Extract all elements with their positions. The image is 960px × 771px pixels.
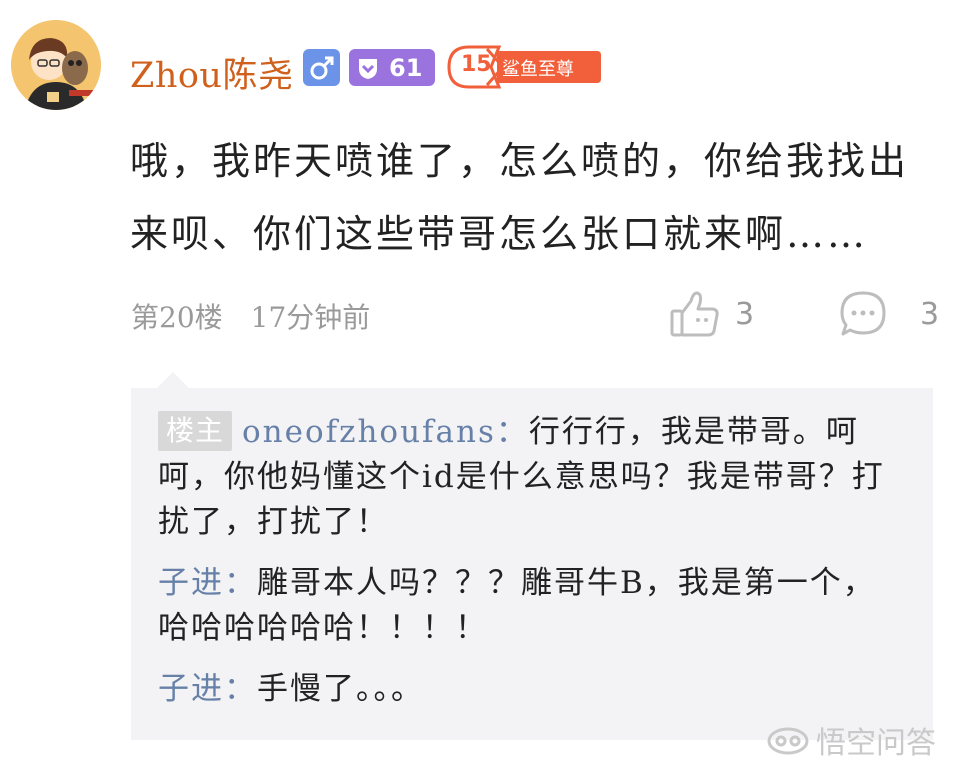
fan-badge: 15 鲨鱼至尊 <box>447 45 601 89</box>
reply-author[interactable]: oneofzhoufans： <box>242 414 529 450</box>
comment-count: 3 <box>920 296 940 332</box>
fan-badge-level: 15 <box>461 52 492 77</box>
op-badge: 楼主 <box>158 411 233 451</box>
reply-item[interactable]: 子进：雕哥本人吗？？？雕哥牛B，我是第一个，哈哈哈哈哈哈！！！！ <box>158 561 898 651</box>
comment-button[interactable]: 3 <box>838 289 939 339</box>
reply-item[interactable]: 楼主 oneofzhoufans：行行行，我是带哥。呵呵，你他妈懂这个id是什么意… <box>158 410 898 545</box>
post-meta: 第20楼 17分钟前 <box>131 296 370 336</box>
like-count: 3 <box>735 296 755 332</box>
fan-badge-text: 鲨鱼至尊 <box>502 59 574 80</box>
username[interactable]: Zhou陈尧 <box>130 47 293 98</box>
level-badge: 61 <box>349 49 435 86</box>
reply-item[interactable]: 子进：手慢了。。。 <box>158 667 898 712</box>
level-icon <box>359 58 377 79</box>
post-time: 17分钟前 <box>250 301 371 334</box>
reply-text: 手慢了。。。 <box>257 671 424 707</box>
watermark: 悟空问答 <box>766 718 936 762</box>
post-header: Zhou陈尧 61 15 鲨鱼至尊 <box>0 0 960 120</box>
watermark-text: 悟空问答 <box>816 726 936 761</box>
male-icon <box>303 49 340 86</box>
wukong-logo-icon <box>767 727 809 755</box>
like-button[interactable]: 3 <box>669 289 754 339</box>
avatar[interactable] <box>11 20 101 110</box>
level-value: 61 <box>389 53 423 82</box>
post-content: 哦，我昨天喷谁了，怎么喷的，你给我找出来呗、你们这些带哥怎么张口就来啊…… <box>130 139 910 256</box>
comment-bubble-icon <box>840 291 886 336</box>
thumbs-up-icon <box>670 291 719 337</box>
floor-number: 第20楼 <box>131 301 223 334</box>
reply-author[interactable]: 子进： <box>158 565 257 601</box>
reply-list: 楼主 oneofzhoufans：行行行，我是带哥。呵呵，你他妈懂这个id是什么意… <box>131 372 933 740</box>
reply-author[interactable]: 子进： <box>158 671 257 707</box>
reply-text: 雕哥本人吗？？？雕哥牛B，我是第一个，哈哈哈哈哈哈！！！！ <box>158 565 876 646</box>
